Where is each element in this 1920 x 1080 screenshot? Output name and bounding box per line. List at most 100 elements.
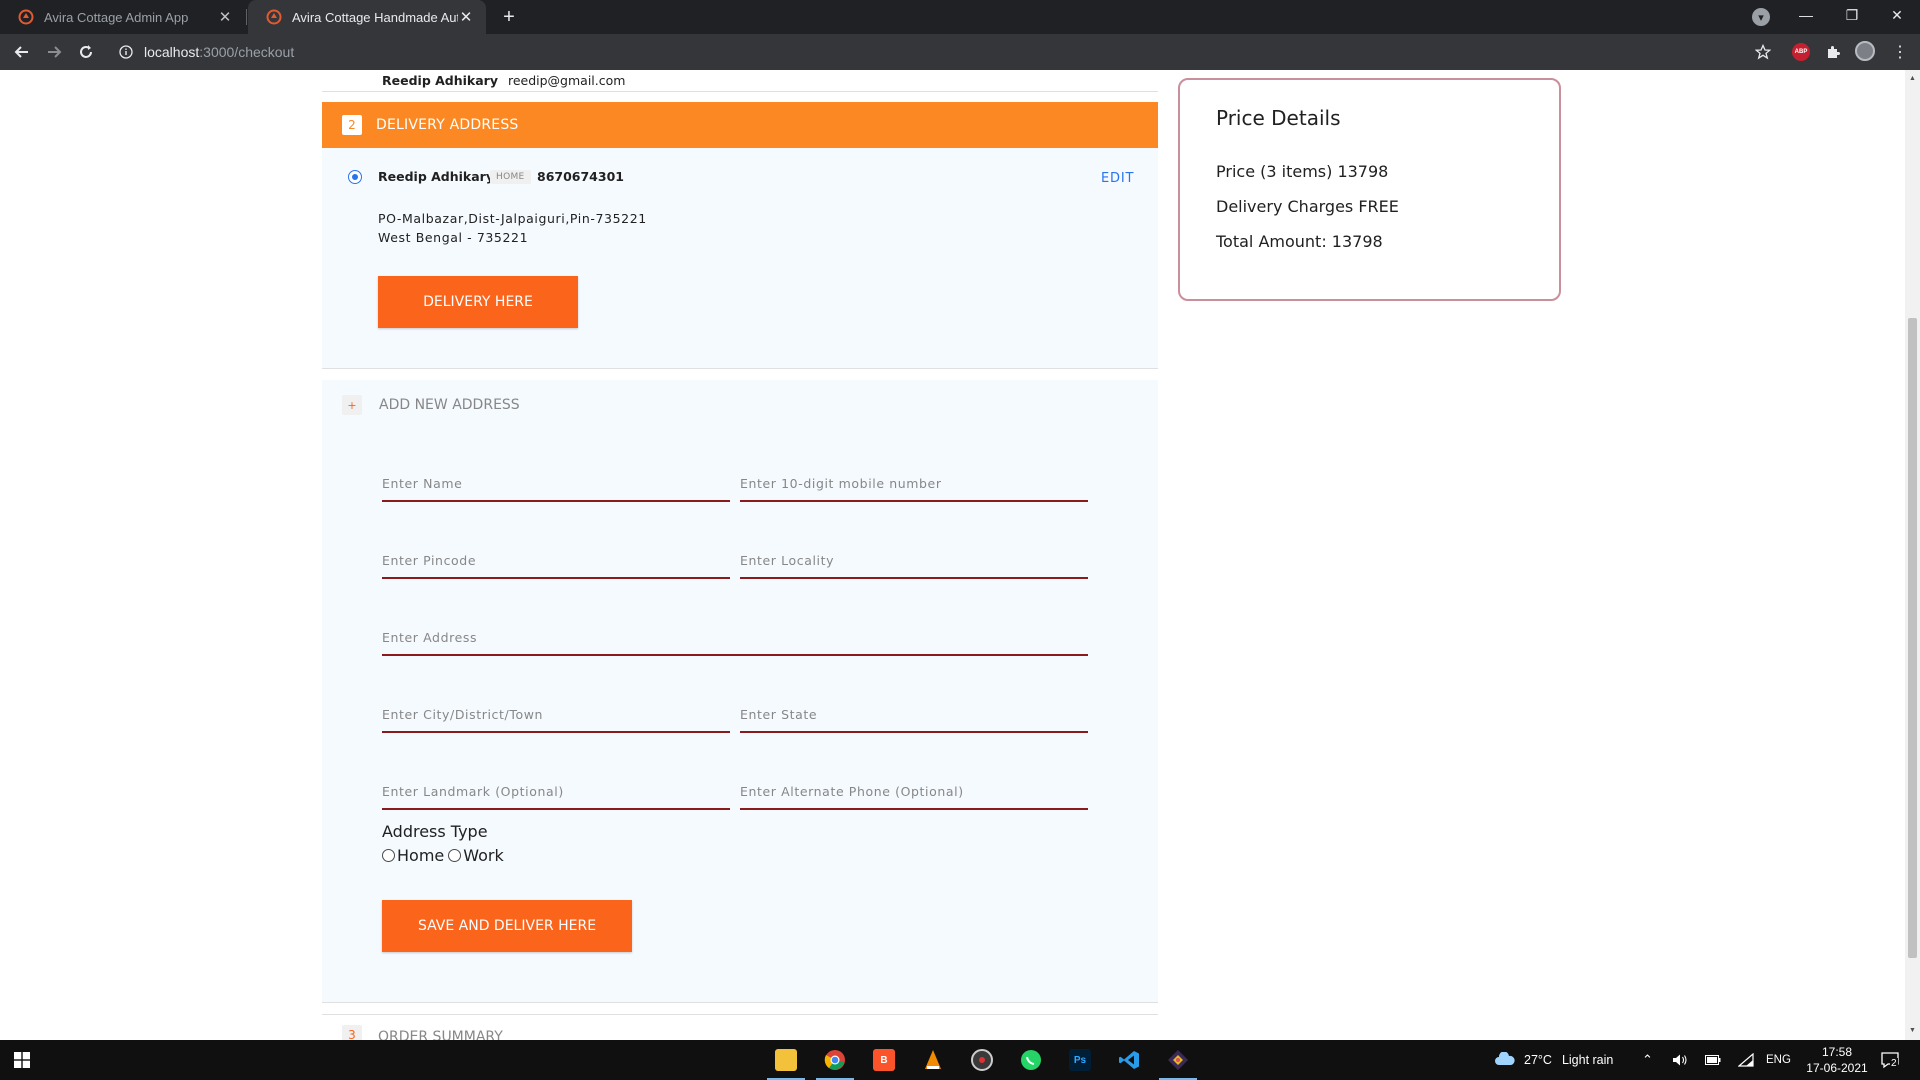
tab-title: Avira Cottage Admin App	[44, 9, 189, 25]
back-icon[interactable]	[10, 40, 34, 64]
clock-date: 17-06-2021	[1806, 1061, 1868, 1075]
vlc-icon[interactable]	[910, 1040, 956, 1080]
tab-close-icon[interactable]: ✕	[458, 8, 474, 26]
total-amount-line: Total Amount: 13798	[1216, 232, 1383, 251]
price-details-title: Price Details	[1216, 106, 1341, 130]
step-number: 3	[342, 1025, 362, 1040]
login-user-name: Reedip Adhikary	[382, 73, 498, 88]
plus-icon[interactable]: +	[342, 395, 362, 415]
name-input[interactable]	[382, 476, 730, 491]
city-input[interactable]	[382, 707, 730, 722]
checkout-page: Reedip Adhikary reedip@gmail.com 2 DELIV…	[0, 70, 1905, 1040]
address-bar[interactable]: localhost:3000/checkout	[110, 38, 1770, 66]
state-field[interactable]	[740, 707, 1088, 733]
windows-taskbar: B Ps 27°C Light rain ⌃ ENG 17:58 17-06-2…	[0, 1040, 1920, 1080]
work-radio[interactable]	[448, 849, 462, 862]
tab-handmade-store[interactable]: Avira Cottage Handmade Authen ✕	[248, 0, 486, 34]
close-window-icon[interactable]: ✕	[1874, 0, 1920, 30]
home-radio-label[interactable]: Home	[397, 846, 444, 865]
browser-menu-icon[interactable]: ⋮	[1890, 42, 1910, 62]
mobile-input[interactable]	[740, 476, 1088, 491]
whatsapp-icon[interactable]	[1008, 1040, 1054, 1080]
git-client-icon[interactable]	[1155, 1040, 1201, 1080]
bookmark-star-icon[interactable]	[1754, 43, 1772, 61]
pincode-field[interactable]	[382, 553, 730, 579]
price-line: Price (3 items) 13798	[1216, 162, 1389, 181]
pincode-input[interactable]	[382, 553, 730, 568]
address-line-1: PO-Malbazar,Dist-Jalpaiguri,Pin-735221	[378, 211, 647, 226]
minimize-icon[interactable]: —	[1783, 0, 1829, 30]
new-tab-icon[interactable]: +	[497, 5, 521, 29]
home-radio[interactable]	[382, 849, 395, 862]
favicon-icon	[266, 9, 282, 25]
edit-address-link[interactable]: EDIT	[1101, 171, 1134, 186]
save-and-deliver-button[interactable]: SAVE AND DELIVER HERE	[382, 900, 632, 952]
name-field[interactable]	[382, 476, 730, 502]
add-new-address-title[interactable]: ADD NEW ADDRESS	[379, 397, 520, 413]
weather-widget[interactable]: 27°C Light rain	[1494, 1040, 1613, 1080]
url-text: localhost:3000/checkout	[144, 44, 295, 60]
address-radio-selected[interactable]	[348, 170, 362, 184]
locality-field[interactable]	[740, 553, 1088, 579]
media-player-icon[interactable]	[959, 1040, 1005, 1080]
profile-avatar[interactable]	[1855, 41, 1875, 61]
info-icon[interactable]	[118, 44, 134, 60]
adblock-icon[interactable]: ABP	[1792, 43, 1810, 61]
file-explorer-icon[interactable]	[763, 1040, 809, 1080]
photoshop-icon[interactable]: Ps	[1057, 1040, 1103, 1080]
address-line-2: West Bengal - 735221	[378, 230, 529, 245]
address-input[interactable]	[382, 630, 1088, 645]
address-type-label: Address Type	[382, 822, 488, 841]
language-indicator[interactable]: ENG	[1766, 1040, 1791, 1080]
wifi-icon[interactable]	[1738, 1040, 1754, 1080]
brave-icon[interactable]: B	[861, 1040, 907, 1080]
system-clock[interactable]: 17:58 17-06-2021	[1802, 1044, 1872, 1076]
scroll-down-icon[interactable]: ▼	[1908, 1026, 1917, 1035]
tab-close-icon[interactable]: ✕	[217, 8, 233, 26]
show-hidden-icons-icon[interactable]: ⌃	[1642, 1040, 1653, 1080]
notification-count: 2	[1890, 1058, 1898, 1069]
address-type-options: Home Work	[382, 846, 504, 865]
tab-admin-app[interactable]: Avira Cottage Admin App ✕	[0, 0, 245, 34]
add-new-address-section: + ADD NEW ADDRESS Enter Name Enter 10-di…	[322, 380, 1158, 1003]
scrollbar-thumb[interactable]	[1908, 318, 1917, 958]
state-input[interactable]	[740, 707, 1088, 722]
landmark-field[interactable]	[382, 784, 730, 810]
address-type-badge: HOME	[490, 170, 531, 184]
delivery-here-button[interactable]: DELIVERY HERE	[378, 276, 578, 328]
step-title: ORDER SUMMARY	[378, 1029, 503, 1040]
mobile-field[interactable]	[740, 476, 1088, 502]
browser-tabstrip: Avira Cottage Admin App ✕ Avira Cottage …	[0, 0, 1920, 34]
battery-icon[interactable]	[1705, 1040, 1721, 1080]
forward-icon[interactable]	[42, 40, 66, 64]
weather-temp: 27°C	[1524, 1053, 1552, 1067]
address-field[interactable]	[382, 630, 1088, 656]
alt-phone-field[interactable]	[740, 784, 1088, 810]
tab-separator	[246, 9, 247, 25]
login-summary: Reedip Adhikary reedip@gmail.com	[322, 70, 1158, 92]
reload-icon[interactable]	[74, 40, 98, 64]
cloud-rain-icon	[1495, 1052, 1515, 1065]
landmark-input[interactable]	[382, 784, 730, 799]
city-field[interactable]	[382, 707, 730, 733]
step-title: DELIVERY ADDRESS	[376, 117, 519, 133]
step-number: 2	[342, 115, 362, 135]
clock-time: 17:58	[1821, 1045, 1853, 1059]
notification-center-icon[interactable]: 2	[1880, 1050, 1900, 1070]
order-summary-step[interactable]: 3 ORDER SUMMARY	[322, 1014, 1158, 1040]
delivery-address-header: 2 DELIVERY ADDRESS	[322, 102, 1158, 148]
windows-start-icon[interactable]	[14, 1052, 30, 1068]
tab-search-icon[interactable]: ▾	[1752, 8, 1770, 26]
price-details-card: Price Details Price (3 items) 13798 Deli…	[1178, 78, 1561, 301]
work-radio-label[interactable]: Work	[463, 846, 504, 865]
volume-icon[interactable]	[1672, 1040, 1688, 1080]
extensions-icon[interactable]	[1824, 43, 1842, 61]
favicon-icon	[18, 9, 34, 25]
restore-icon[interactable]: ❐	[1829, 0, 1875, 30]
scroll-up-icon[interactable]: ▲	[1908, 74, 1917, 83]
locality-input[interactable]	[740, 553, 1088, 568]
chrome-icon[interactable]	[812, 1040, 858, 1080]
vscode-icon[interactable]	[1106, 1040, 1152, 1080]
alt-phone-input[interactable]	[740, 784, 1088, 799]
page-scrollbar[interactable]: ▲ ▼	[1905, 70, 1920, 1040]
